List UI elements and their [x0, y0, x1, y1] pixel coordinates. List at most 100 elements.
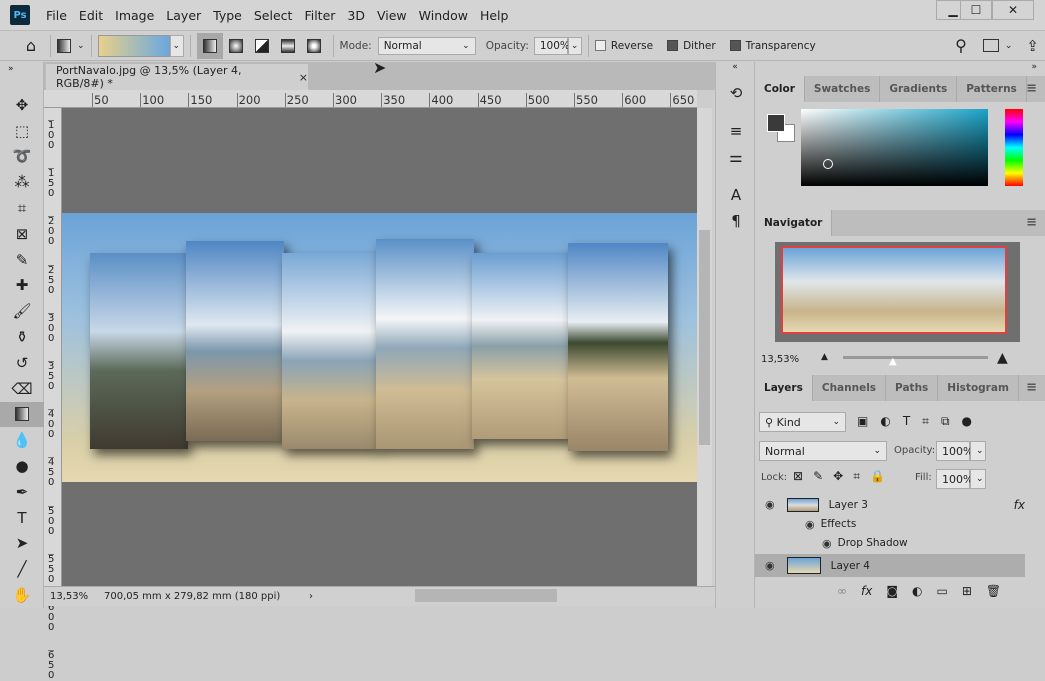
pixel-filter-icon[interactable]: ▣ — [857, 414, 868, 429]
menu-file[interactable]: File — [40, 8, 73, 23]
tab-histogram[interactable]: Histogram — [938, 375, 1019, 401]
menu-filter[interactable]: Filter — [298, 8, 341, 23]
paragraph-icon[interactable]: ¶ — [716, 208, 756, 234]
gradient-picker[interactable] — [97, 34, 170, 57]
horizontal-scrollbar-thumb[interactable] — [415, 589, 557, 602]
path-selection-tool-icon[interactable]: ➤ — [0, 531, 44, 557]
layer-row-layer-4[interactable]: ◉ Layer 4 — [755, 554, 1025, 577]
tab-color[interactable]: Color — [755, 76, 805, 102]
opacity-input[interactable]: 100% — [533, 36, 570, 55]
trash-icon[interactable]: 🗑 — [986, 584, 1001, 598]
effects-eye-icon[interactable]: ◉ — [805, 518, 815, 531]
panel-menu-icon[interactable]: ≡ — [1026, 81, 1037, 96]
tab-paths[interactable]: Paths — [886, 375, 939, 401]
move-tool-icon[interactable]: ✥ — [0, 92, 44, 118]
line-tool-icon[interactable]: ╱ — [0, 556, 44, 582]
workspace-icon[interactable] — [982, 39, 999, 52]
navigator-preview[interactable] — [775, 242, 1020, 342]
home-icon[interactable]: ⌂ — [18, 33, 44, 59]
document-tab[interactable]: PortNavalo.jpg @ 13,5% (Layer 4, RGB/8#)… — [46, 64, 308, 90]
new-layer-icon[interactable]: ⊞ — [962, 584, 972, 598]
brush-tool-icon[interactable]: 🖌 — [0, 298, 44, 324]
pen-tool-icon[interactable]: ✒ — [0, 479, 44, 505]
search-icon[interactable]: ⚲ — [955, 36, 967, 55]
blur-tool-icon[interactable]: 💧 — [0, 427, 44, 453]
hand-tool-icon[interactable]: ✋ — [0, 582, 44, 608]
shape-filter-icon[interactable]: ⌗ — [922, 414, 929, 429]
angle-gradient-button[interactable] — [249, 33, 275, 59]
lock-artboard-icon[interactable]: ⌗ — [853, 469, 860, 484]
healing-brush-tool-icon[interactable]: ✚ — [0, 273, 44, 299]
color-picker-handle[interactable] — [823, 159, 833, 169]
gradient-picker-dropdown[interactable]: ⌄ — [169, 34, 184, 57]
clone-stamp-tool-icon[interactable]: ⚱ — [0, 324, 44, 350]
brush-settings-icon[interactable]: ≡ — [716, 118, 756, 144]
maximize-button[interactable]: ☐ — [960, 0, 992, 20]
type-filter-icon[interactable]: T — [903, 414, 910, 429]
frame-tool-icon[interactable]: ⊠ — [0, 221, 44, 247]
visibility-eye-icon[interactable]: ◉ — [765, 559, 775, 572]
lock-all-icon[interactable]: 🔒 — [870, 469, 885, 484]
navigator-view-box[interactable] — [781, 246, 1007, 334]
crop-tool-icon[interactable]: ⌗ — [0, 195, 44, 221]
zoom-level[interactable]: 13,53% — [44, 591, 90, 602]
fill-input[interactable]: 100% — [936, 469, 973, 489]
drop-shadow-eye-icon[interactable]: ◉ — [822, 537, 832, 550]
gradient-tool-preset-icon[interactable] — [57, 38, 71, 53]
folder-icon[interactable]: ▭ — [936, 584, 947, 598]
menu-image[interactable]: Image — [109, 8, 160, 23]
drop-shadow-row[interactable]: ◉ Drop Shadow — [755, 533, 1025, 553]
opacity-dropdown[interactable]: ⌄ — [567, 36, 582, 55]
zoom-in-icon[interactable]: ▲ — [997, 350, 1008, 366]
reverse-checkbox[interactable] — [594, 40, 606, 51]
share-icon[interactable]: ⇪ — [1026, 37, 1039, 55]
layer-effects-icon[interactable]: fx — [1014, 498, 1025, 512]
layer-filter-kind[interactable]: ⚲ Kind ⌄ — [759, 412, 846, 432]
effects-row[interactable]: ◉ Effects — [755, 514, 1025, 534]
menu-layer[interactable]: Layer — [160, 8, 207, 23]
tab-channels[interactable]: Channels — [813, 375, 887, 401]
linear-gradient-button[interactable] — [196, 32, 223, 59]
lock-transparent-icon[interactable]: ⊠ — [793, 469, 803, 484]
panel-menu-icon[interactable]: ≡ — [1026, 215, 1037, 230]
menu-type[interactable]: Type — [207, 8, 248, 23]
link-layers-icon[interactable]: ∞ — [837, 584, 847, 598]
foreground-color-swatch[interactable] — [767, 114, 785, 132]
lasso-tool-icon[interactable]: ➰ — [0, 144, 44, 170]
close-document-icon[interactable]: × — [299, 71, 308, 84]
menu-window[interactable]: Window — [413, 8, 474, 23]
smart-object-filter-icon[interactable]: ⧉ — [941, 414, 950, 429]
layer-opacity-input[interactable]: 100% — [936, 441, 973, 461]
menu-3d[interactable]: 3D — [341, 8, 371, 23]
radial-gradient-button[interactable] — [223, 33, 249, 59]
canvas[interactable] — [62, 108, 697, 586]
tab-gradients[interactable]: Gradients — [880, 76, 958, 102]
fill-dropdown[interactable]: ⌄ — [970, 469, 986, 489]
layer-name[interactable]: Layer 4 — [831, 560, 870, 572]
eraser-tool-icon[interactable]: ⌫ — [0, 376, 44, 402]
diamond-gradient-button[interactable] — [301, 33, 327, 59]
tab-navigator[interactable]: Navigator — [755, 210, 833, 236]
mask-icon[interactable]: ◙ — [886, 584, 898, 598]
layer-row-layer-3[interactable]: ◉ Layer 3 fx — [755, 493, 1025, 516]
visibility-eye-icon[interactable]: ◉ — [765, 498, 775, 511]
character-icon[interactable]: A — [716, 182, 756, 208]
workspace-dropdown-icon[interactable]: ⌄ — [1005, 41, 1013, 51]
adjustments-icon[interactable]: ⚌ — [716, 144, 756, 170]
reflected-gradient-button[interactable] — [275, 33, 301, 59]
type-tool-icon[interactable]: T — [0, 505, 44, 531]
navigator-zoom[interactable]: 13,53% — [761, 354, 799, 365]
menu-view[interactable]: View — [371, 8, 413, 23]
tab-swatches[interactable]: Swatches — [805, 76, 881, 102]
layer-name[interactable]: Layer 3 — [829, 499, 868, 511]
adjustment-layer-icon[interactable]: ◐ — [912, 584, 922, 598]
menu-edit[interactable]: Edit — [73, 8, 109, 23]
close-button[interactable]: ✕ — [992, 0, 1034, 20]
adjustment-filter-icon[interactable]: ◐ — [880, 414, 890, 429]
gradient-tool-icon[interactable] — [0, 401, 44, 428]
marquee-tool-icon[interactable]: ⬚ — [0, 118, 44, 144]
hue-slider[interactable] — [1005, 109, 1023, 186]
history-icon[interactable]: ⟲ — [716, 80, 756, 106]
zoom-slider-handle[interactable]: ▲ — [889, 356, 897, 367]
transparency-checkbox[interactable] — [729, 40, 741, 51]
